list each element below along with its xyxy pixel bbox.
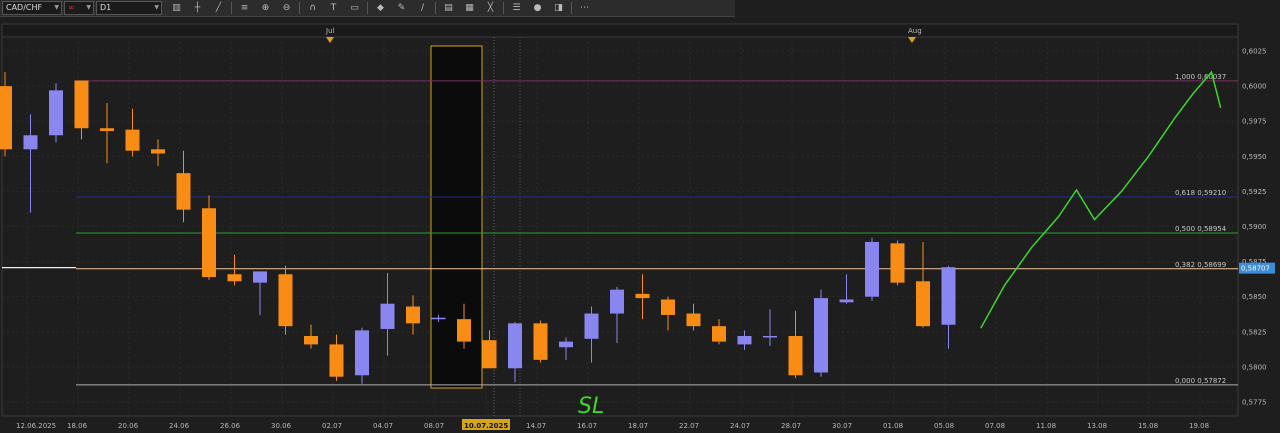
y-tick-label: 0,5800 [1242, 363, 1267, 371]
x-tick-label: 11.08 [1036, 422, 1056, 430]
y-tick-label: 0,5900 [1242, 223, 1267, 231]
x-tick-label: 19.08 [1189, 422, 1209, 430]
candle-bull[interactable] [253, 271, 267, 283]
month-label: Jul [325, 27, 335, 35]
y-tick-label: 0,5975 [1242, 118, 1267, 126]
candle-bear[interactable] [635, 293, 650, 299]
candlestick-chart[interactable]: 0,57750,58000,58250,58500,58750,59000,59… [0, 0, 1280, 433]
candle-bull[interactable] [737, 335, 752, 345]
x-tick-label: 20.06 [118, 422, 139, 430]
candle-bear[interactable] [202, 208, 216, 278]
x-tick-label: 28.07 [781, 422, 801, 430]
x-tick-label: 10.07.2025 [464, 422, 508, 430]
candle-bear[interactable] [74, 80, 89, 129]
x-tick-label: 22.07 [679, 422, 699, 430]
fib-level-label: 0,000 0,57872 [1175, 377, 1226, 385]
y-tick-label: 0,5825 [1242, 328, 1267, 336]
fib-level-label: 0,382 0,58699 [1175, 261, 1226, 269]
candle-bull[interactable] [763, 335, 777, 338]
x-tick-label: 15.08 [1138, 422, 1158, 430]
selected-session-box [430, 45, 483, 389]
candle-bull[interactable] [584, 313, 599, 339]
x-tick-label: 18.07 [628, 422, 648, 430]
candle-bear[interactable] [686, 313, 701, 327]
x-tick-label: 30.06 [271, 422, 292, 430]
candle-bear[interactable] [406, 306, 420, 324]
y-tick-label: 0,5850 [1242, 293, 1267, 301]
candle-bull[interactable] [865, 241, 879, 297]
candle-bear[interactable] [916, 281, 930, 327]
candle-bull[interactable] [23, 135, 38, 150]
candle-bull[interactable] [839, 299, 854, 303]
fib-level-label: 1,000 0,60037 [1175, 73, 1226, 81]
candle-bull[interactable] [559, 341, 573, 348]
candle-bear[interactable] [712, 326, 726, 342]
candle-bear[interactable] [125, 129, 140, 151]
candle-bull[interactable] [49, 90, 63, 136]
x-tick-label: 24.06 [169, 422, 190, 430]
candle-bear[interactable] [100, 128, 114, 132]
y-tick-label: 0,6025 [1242, 48, 1267, 56]
candle-bull[interactable] [380, 303, 395, 329]
x-tick-label: 14.07 [526, 422, 546, 430]
y-tick-label: 0,5925 [1242, 188, 1267, 196]
candle-bear[interactable] [278, 274, 293, 327]
y-tick-label: 0,5775 [1242, 398, 1267, 406]
sl-annotation: SL [578, 394, 604, 419]
candle-bear[interactable] [788, 335, 803, 376]
x-tick-label: 04.07 [373, 422, 393, 430]
x-tick-label: 16.07 [577, 422, 597, 430]
x-tick-label: 01.08 [883, 422, 903, 430]
fib-level-label: 0,500 0,58954 [1175, 225, 1227, 233]
x-tick-label: 18.06 [67, 422, 88, 430]
month-label: Aug [908, 27, 922, 35]
candle-bear[interactable] [329, 344, 344, 377]
candle-bear[interactable] [533, 323, 548, 360]
candle-bear[interactable] [890, 243, 905, 283]
x-tick-label: 13.08 [1087, 422, 1107, 430]
date-strip [1, 23, 1239, 38]
candle-bear[interactable] [304, 335, 318, 345]
candle-bull[interactable] [355, 330, 369, 376]
candle-bear[interactable] [227, 274, 242, 282]
candle-bear[interactable] [151, 149, 165, 154]
candle-bull[interactable] [610, 289, 624, 314]
candle-bear[interactable] [482, 340, 497, 369]
y-tick-label: 0,6000 [1242, 83, 1267, 91]
x-tick-label: 08.07 [424, 422, 444, 430]
x-tick-label: 30.07 [832, 422, 852, 430]
candle-bull[interactable] [431, 317, 446, 320]
y-tick-label: 0,5950 [1242, 153, 1267, 161]
candle-bear[interactable] [0, 86, 12, 150]
x-tick-label: 07.08 [985, 422, 1005, 430]
x-tick-label: 05.08 [934, 422, 954, 430]
candle-bear[interactable] [176, 173, 191, 210]
candle-bull[interactable] [941, 267, 956, 325]
x-tick-label: 24.07 [730, 422, 750, 430]
x-tick-label: 02.07 [322, 422, 342, 430]
x-tick-label: 12.06.2025 [16, 422, 56, 430]
candle-bear[interactable] [457, 319, 471, 342]
last-price-label: 0,58707 [1241, 265, 1270, 273]
fib-level-label: 0,618 0,59210 [1175, 189, 1226, 197]
candle-bull[interactable] [508, 323, 522, 369]
candle-bull[interactable] [814, 298, 828, 373]
x-tick-label: 26.06 [220, 422, 241, 430]
candle-bear[interactable] [661, 299, 675, 315]
